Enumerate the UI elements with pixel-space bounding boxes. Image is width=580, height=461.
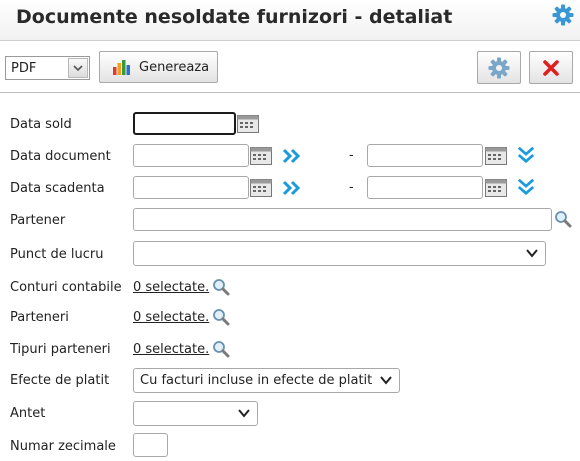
- tipuri-parteneri-label: Tipuri parteneri: [10, 342, 111, 357]
- generate-button[interactable]: Genereaza: [99, 51, 218, 83]
- efecte-de-platit-value: Cu facturi incluse in efecte de platit: [140, 373, 373, 388]
- data-document-label: Data document: [10, 149, 111, 164]
- data-scadenta-from-input[interactable]: [133, 176, 249, 199]
- date-range-separator: -: [349, 148, 354, 163]
- settings-button[interactable]: [477, 51, 521, 84]
- chevron-down-icon: [526, 249, 538, 258]
- efecte-de-platit-select[interactable]: Cu facturi incluse in efecte de platit: [133, 368, 400, 393]
- partener-input[interactable]: [133, 208, 552, 231]
- data-scadenta-to-input[interactable]: [367, 176, 483, 199]
- conturi-contabile-link[interactable]: 0 selectate.: [133, 280, 209, 295]
- gear-icon[interactable]: [552, 4, 574, 26]
- data-sold-label: Data sold: [10, 117, 72, 132]
- close-icon: [543, 60, 559, 76]
- page-title: Documente nesoldate furnizori - detaliat: [16, 6, 453, 28]
- antet-label: Antet: [10, 406, 46, 421]
- calendar-icon[interactable]: [485, 179, 507, 197]
- partener-label: Partener: [10, 213, 66, 228]
- generate-button-label: Genereaza: [139, 60, 210, 75]
- gear-icon: [488, 57, 510, 79]
- chevron-down-icon: [380, 376, 392, 385]
- chevron-down-icon: [73, 65, 83, 72]
- data-sold-input[interactable]: [133, 112, 236, 135]
- format-select[interactable]: PDF: [5, 56, 90, 80]
- punct-de-lucru-select[interactable]: [133, 241, 546, 266]
- efecte-de-platit-label: Efecte de platit: [10, 373, 110, 388]
- antet-select[interactable]: [133, 401, 258, 426]
- chevron-down-icon: [238, 409, 250, 418]
- double-chevron-right-icon[interactable]: [282, 147, 304, 165]
- format-dropdown-button[interactable]: [68, 58, 88, 78]
- calendar-icon[interactable]: [237, 115, 259, 133]
- calendar-icon[interactable]: [250, 147, 272, 165]
- tipuri-parteneri-link[interactable]: 0 selectate.: [133, 342, 209, 357]
- punct-de-lucru-label: Punct de lucru: [10, 247, 104, 262]
- search-icon[interactable]: [212, 308, 230, 326]
- bar-chart-icon: [113, 60, 130, 75]
- data-document-from-input[interactable]: [133, 144, 249, 167]
- numar-zecimale-label: Numar zecimale: [10, 439, 116, 454]
- toolbar: PDF Genereaza: [0, 44, 580, 93]
- calendar-icon[interactable]: [250, 179, 272, 197]
- search-icon[interactable]: [212, 278, 230, 296]
- close-button[interactable]: [529, 51, 573, 84]
- parteneri-link[interactable]: 0 selectate.: [133, 310, 209, 325]
- data-document-to-input[interactable]: [367, 144, 483, 167]
- date-range-separator: -: [349, 180, 354, 195]
- title-bar: Documente nesoldate furnizori - detaliat: [0, 0, 580, 41]
- parteneri-label: Parteneri: [10, 310, 69, 325]
- search-icon[interactable]: [554, 210, 572, 228]
- calendar-icon[interactable]: [485, 147, 507, 165]
- format-select-value: PDF: [11, 61, 37, 76]
- double-chevron-right-icon[interactable]: [282, 179, 304, 197]
- conturi-contabile-label: Conturi contabile: [10, 280, 122, 295]
- search-icon[interactable]: [212, 340, 230, 358]
- double-chevron-down-icon[interactable]: [515, 178, 537, 196]
- numar-zecimale-input[interactable]: [133, 433, 168, 457]
- data-scadenta-label: Data scadenta: [10, 181, 105, 196]
- double-chevron-down-icon[interactable]: [515, 146, 537, 164]
